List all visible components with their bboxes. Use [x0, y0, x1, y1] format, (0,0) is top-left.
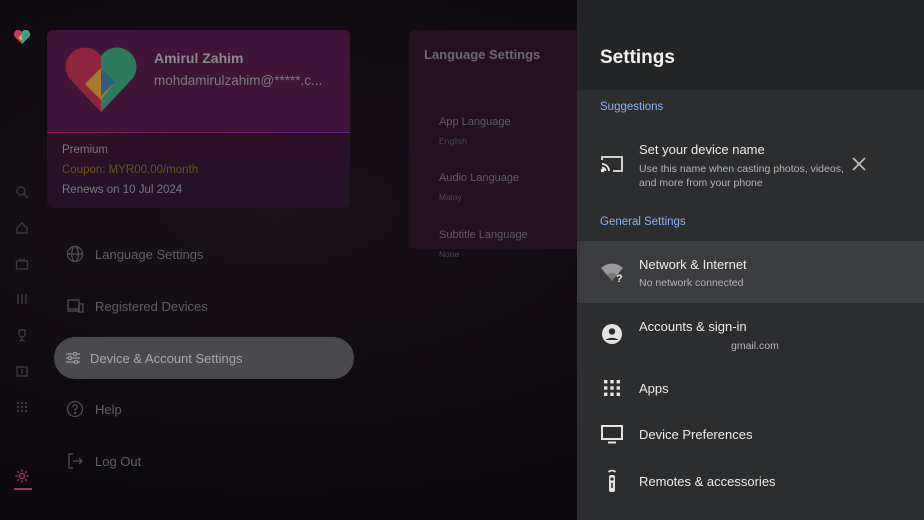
menu-item-log-out[interactable]: Log Out: [54, 440, 354, 482]
menu-item-label: Device & Account Settings: [90, 350, 243, 366]
cast-icon: [600, 152, 624, 176]
settings-item-device-preferences[interactable]: Device Preferences: [577, 412, 924, 456]
suggestion-subtitle-line2: and more from your phone: [639, 177, 763, 189]
profile-divider: [47, 132, 350, 133]
app-language-label: App Language: [439, 116, 511, 128]
globe-icon: [66, 245, 84, 263]
settings-item-subtitle: gmail.com: [731, 340, 779, 352]
search-nav-icon[interactable]: [15, 185, 29, 199]
subtitle-language-value: None: [439, 249, 460, 259]
settings-item-title: Device Preferences: [639, 427, 753, 442]
subscription-plan: Premium: [62, 144, 109, 156]
settings-item-title: Remotes & accessories: [639, 474, 776, 489]
profile-email: mohdamirulzahim@*****.c...: [154, 73, 323, 88]
help-icon: [66, 400, 84, 418]
settings-item-network-internet[interactable]: ? Network & Internet No network connecte…: [577, 241, 924, 303]
settings-item-accounts-sign-in[interactable]: Accounts & sign-in gmail.com: [577, 305, 924, 361]
downloads-nav-icon[interactable]: [15, 364, 29, 378]
more-grid-nav-icon[interactable]: [15, 400, 29, 414]
settings-item-apps[interactable]: Apps: [577, 366, 924, 410]
audio-language-value: Malay: [439, 192, 462, 202]
suggestion-subtitle-line1: Use this name when casting photos, video…: [639, 163, 844, 175]
settings-panel-header: [577, 0, 924, 90]
menu-item-label: Log Out: [95, 453, 142, 469]
logout-icon: [66, 452, 84, 470]
menu-item-help[interactable]: Help: [54, 388, 354, 430]
avatar-heart-logo-icon: [65, 47, 137, 112]
language-settings-card: Language Settings App Language English A…: [409, 30, 589, 259]
menu-item-device-account-settings[interactable]: Device & Account Settings: [54, 337, 354, 379]
suggestions-section-header: Suggestions: [600, 101, 664, 113]
language-card-title: Language Settings: [424, 47, 541, 62]
svg-text:?: ?: [616, 273, 623, 284]
menu-item-registered-devices[interactable]: Registered Devices: [54, 285, 354, 327]
tv-icon: [600, 422, 624, 446]
trophy-nav-icon[interactable]: [15, 328, 29, 342]
audio-language-label: Audio Language: [439, 172, 520, 184]
profile-card: Amirul Zahim mohdamirulzahim@*****.c... …: [47, 30, 350, 208]
remote-icon: [600, 469, 624, 493]
profile-name: Amirul Zahim: [154, 50, 244, 66]
settings-item-remotes-accessories[interactable]: Remotes & accessories: [577, 458, 924, 504]
menu-item-label: Help: [95, 401, 122, 417]
settings-item-subtitle: No network connected: [639, 277, 744, 289]
sliders-icon: [64, 349, 82, 367]
wifi-unknown-icon: ?: [600, 260, 624, 284]
settings-nav-icon[interactable]: [14, 468, 29, 483]
settings-panel: Settings Suggestions Set your device nam…: [577, 0, 924, 520]
suggestion-title: Set your device name: [639, 142, 765, 157]
app-logo-icon: [13, 29, 31, 44]
home-nav-icon[interactable]: [15, 221, 29, 235]
devices-icon: [66, 297, 84, 315]
settings-item-title: Network & Internet: [639, 257, 747, 272]
settings-item-title: Accounts & sign-in: [639, 319, 747, 334]
suggestion-set-device-name[interactable]: Set your device name Use this name when …: [577, 128, 924, 198]
nav-rail: [0, 0, 44, 520]
active-nav-indicator: [14, 488, 32, 490]
menu-item-language-settings[interactable]: Language Settings: [54, 233, 354, 275]
apps-grid-icon: [600, 376, 624, 400]
subscription-coupon: Coupon: MYR00.00/month: [62, 164, 199, 176]
app-language-value: English: [439, 136, 467, 146]
dismiss-suggestion-close-icon[interactable]: [851, 156, 867, 172]
live-tv-nav-icon[interactable]: [15, 257, 29, 271]
subtitle-language-label: Subtitle Language: [439, 229, 528, 241]
settings-panel-title: Settings: [600, 47, 675, 68]
screen: Amirul Zahim mohdamirulzahim@*****.c... …: [0, 0, 924, 520]
renewal-date: Renews on 10 Jul 2024: [62, 184, 183, 196]
settings-item-title: Apps: [639, 381, 669, 396]
general-settings-section-header: General Settings: [600, 216, 686, 228]
account-circle-icon: [600, 322, 624, 346]
channels-nav-icon[interactable]: [15, 292, 29, 306]
menu-item-label: Language Settings: [95, 246, 204, 262]
menu-item-label: Registered Devices: [95, 298, 208, 314]
